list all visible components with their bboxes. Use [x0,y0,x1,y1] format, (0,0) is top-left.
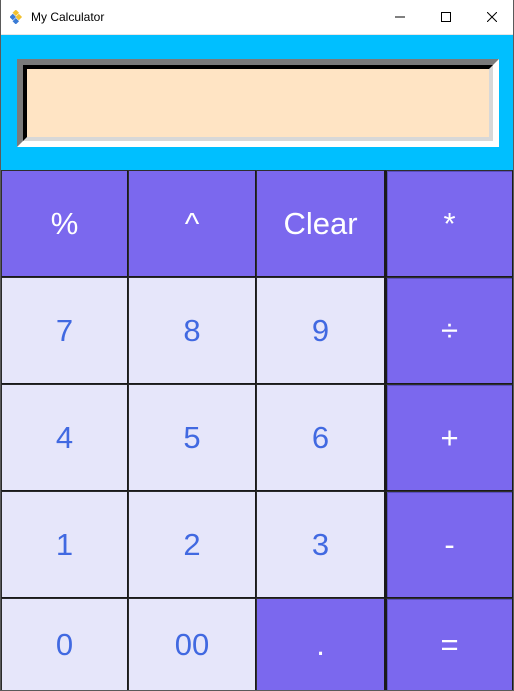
window-title: My Calculator [31,10,105,24]
calculator-window: My Calculator % ^ Clear * 7 8 9 ÷ 4 5 6 … [0,0,514,691]
display-frame [17,59,499,147]
title-bar[interactable]: My Calculator [1,0,513,35]
maximize-button[interactable] [423,0,469,34]
minimize-button[interactable] [377,0,423,34]
double-zero-button[interactable]: 00 [128,598,256,690]
digit-6-button[interactable]: 6 [256,384,385,491]
python-diamond-icon [10,10,23,24]
digit-1-button[interactable]: 1 [1,491,128,598]
digit-5-button[interactable]: 5 [128,384,256,491]
add-button[interactable]: + [385,384,513,491]
minimize-icon [395,16,405,18]
subtract-button[interactable]: - [385,491,513,598]
digit-7-button[interactable]: 7 [1,277,128,384]
close-button[interactable] [469,0,513,34]
digit-4-button[interactable]: 4 [1,384,128,491]
equals-button[interactable]: = [385,598,513,690]
multiply-button[interactable]: * [385,170,513,277]
digit-0-button[interactable]: 0 [1,598,128,690]
display-entry[interactable] [23,65,493,141]
maximize-icon [441,12,451,22]
digit-9-button[interactable]: 9 [256,277,385,384]
clear-button[interactable]: Clear [256,170,385,277]
percent-button[interactable]: % [1,170,128,277]
display-area [1,35,513,170]
decimal-button[interactable]: . [256,598,385,690]
keypad: % ^ Clear * 7 8 9 ÷ 4 5 6 + 1 2 3 - 0 00… [1,170,513,690]
digit-8-button[interactable]: 8 [128,277,256,384]
power-button[interactable]: ^ [128,170,256,277]
close-icon [487,12,497,22]
digit-3-button[interactable]: 3 [256,491,385,598]
divide-button[interactable]: ÷ [385,277,513,384]
digit-2-button[interactable]: 2 [128,491,256,598]
